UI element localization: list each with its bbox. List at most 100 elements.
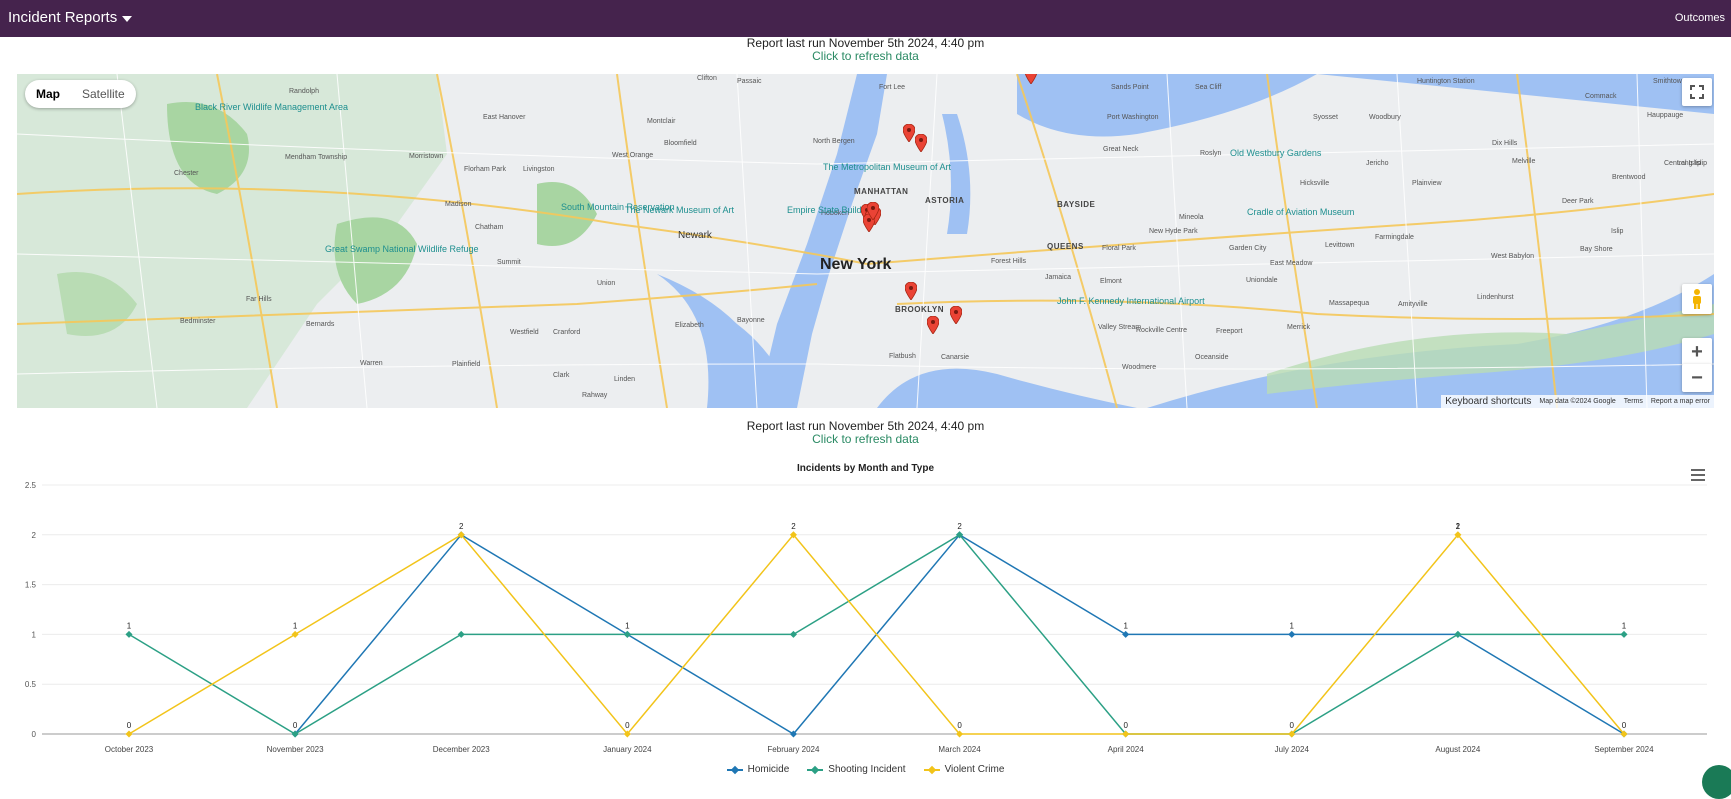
data-label: 2	[957, 522, 962, 531]
data-point	[1454, 630, 1462, 638]
map-label: Randolph	[289, 88, 319, 95]
minus-icon: −	[1691, 366, 1703, 389]
map-label: Sea Cliff	[1195, 84, 1222, 91]
data-label: 0	[957, 721, 962, 730]
map-label: Summit	[497, 259, 521, 266]
map-label: Plainview	[1412, 180, 1442, 187]
map-label: Mineola	[1179, 214, 1204, 221]
terms-link[interactable]: Terms	[1624, 398, 1643, 405]
map-label: Hicksville	[1300, 180, 1330, 187]
data-point	[291, 630, 299, 638]
map-label: East Meadow	[1270, 260, 1313, 267]
data-label: 1	[1123, 621, 1128, 630]
map-label: Oceanside	[1195, 354, 1229, 361]
incident-marker[interactable]	[902, 123, 916, 143]
map-label: Bay Shore	[1580, 246, 1613, 253]
map-label: Uniondale	[1246, 277, 1278, 284]
incident-marker[interactable]	[866, 201, 880, 221]
y-tick-label: 2	[32, 531, 37, 540]
refresh-data-link[interactable]: Click to refresh data	[0, 433, 1731, 446]
map-label: Amityville	[1398, 301, 1428, 308]
report-title: Incident Reports	[8, 9, 118, 26]
map-label: Clifton	[697, 75, 717, 82]
y-tick-label: 1	[32, 630, 37, 639]
map-borough-label: ASTORIA	[925, 196, 965, 205]
map-label-new-york: New York	[820, 256, 892, 273]
legend-item[interactable]: Homicide	[726, 764, 790, 775]
map-label: Westfield	[510, 329, 539, 336]
map-label: Woodmere	[1122, 364, 1157, 371]
y-tick-label: 2.5	[25, 481, 37, 490]
x-tick-label: October 2023	[105, 745, 154, 754]
incident-map[interactable]: New York Newark MANHATTAN BROOKLYN QUEEN…	[17, 74, 1714, 408]
incident-marker[interactable]	[914, 133, 928, 153]
report-selector-dropdown[interactable]: Incident Reports	[8, 9, 133, 26]
map-label: Bernards	[306, 321, 335, 328]
map-label: Port Washington	[1107, 114, 1159, 121]
outcomes-link[interactable]: Outcomes	[1675, 12, 1725, 24]
data-point	[1288, 630, 1296, 638]
legend-label: Homicide	[747, 764, 790, 775]
legend-label: Violent Crime	[944, 764, 1005, 775]
incident-marker[interactable]	[904, 281, 918, 301]
street-view-pegman-button[interactable]	[1682, 284, 1712, 314]
map-label: East Hanover	[483, 114, 526, 121]
map-label: Rockville Centre	[1136, 327, 1187, 334]
report-map-error-link[interactable]: Report a map error	[1651, 398, 1710, 405]
map-label: Huntington Station	[1417, 78, 1475, 85]
map-label: Elizabeth	[675, 322, 704, 329]
map-label: Melville	[1512, 158, 1536, 165]
map-data-credit: Map data ©2024 Google	[1539, 398, 1616, 405]
incident-marker[interactable]	[1024, 74, 1038, 85]
data-label: 0	[1123, 721, 1128, 730]
data-point	[125, 730, 133, 738]
map-label: Brentwood	[1612, 174, 1646, 181]
map-pin-icon	[904, 281, 918, 301]
help-chat-button[interactable]	[1702, 765, 1731, 799]
incident-marker[interactable]	[926, 315, 940, 335]
data-label: 2	[459, 522, 464, 531]
map-poi-label: Cradle of Aviation Museum	[1247, 207, 1355, 217]
data-label: 1	[293, 621, 298, 630]
report-status-bottom: Report last run November 5th 2024, 4:40 …	[0, 420, 1731, 446]
map-label: Bayonne	[737, 317, 765, 324]
map-borough-label: MANHATTAN	[854, 187, 909, 196]
plus-icon: +	[1691, 340, 1703, 363]
x-tick-label: April 2024	[1108, 745, 1145, 754]
zoom-out-button[interactable]: −	[1682, 364, 1712, 392]
map-label: Floral Park	[1102, 245, 1136, 252]
satellite-view-button[interactable]: Satellite	[71, 80, 136, 108]
refresh-data-link[interactable]: Click to refresh data	[0, 50, 1731, 63]
map-label: Syosset	[1313, 114, 1338, 121]
map-poi-label: Old Westbury Gardens	[1230, 148, 1322, 158]
incidents-chart: Incidents by Month and Type 0 0.5 1 1.5 2 2.5…	[0, 455, 1731, 777]
map-label: Chester	[174, 170, 199, 177]
data-point	[457, 630, 465, 638]
y-tick-label: 1.5	[25, 581, 37, 590]
map-type-toggle: Map Satellite	[25, 80, 136, 108]
legend-item[interactable]: Shooting Incident	[807, 764, 906, 775]
chart-legend: Homicide Shooting Incident Violent Crime	[0, 764, 1731, 775]
map-label: Plainfield	[452, 361, 481, 368]
x-tick-label: December 2023	[433, 745, 490, 754]
map-label: North Bergen	[813, 138, 855, 145]
data-point	[1122, 630, 1130, 638]
fullscreen-button[interactable]	[1682, 78, 1712, 106]
zoom-in-button[interactable]: +	[1682, 338, 1712, 366]
caret-down-icon	[122, 15, 133, 22]
chart-plot: 0 0.5 1 1.5 2 2.5 October 2023 November 2023 Dec…	[25, 481, 1707, 754]
keyboard-shortcuts-link[interactable]: Keyboard shortcuts	[1445, 396, 1531, 407]
map-label: Valley Stream	[1098, 324, 1142, 331]
incident-marker[interactable]	[949, 305, 963, 325]
data-label: 1	[1290, 621, 1295, 630]
map-label: Freeport	[1216, 328, 1243, 335]
map-label: Long Islip	[1677, 160, 1707, 167]
map-label: New Hyde Park	[1149, 228, 1198, 235]
map-label: Madison	[445, 201, 472, 208]
map-label: Bedminster	[180, 318, 216, 325]
map-view-button[interactable]: Map	[25, 80, 71, 108]
legend-item[interactable]: Violent Crime	[923, 764, 1005, 775]
map-label: Merrick	[1287, 324, 1310, 331]
map-borough-label: QUEENS	[1047, 242, 1084, 251]
map-label: Florham Park	[464, 166, 507, 173]
